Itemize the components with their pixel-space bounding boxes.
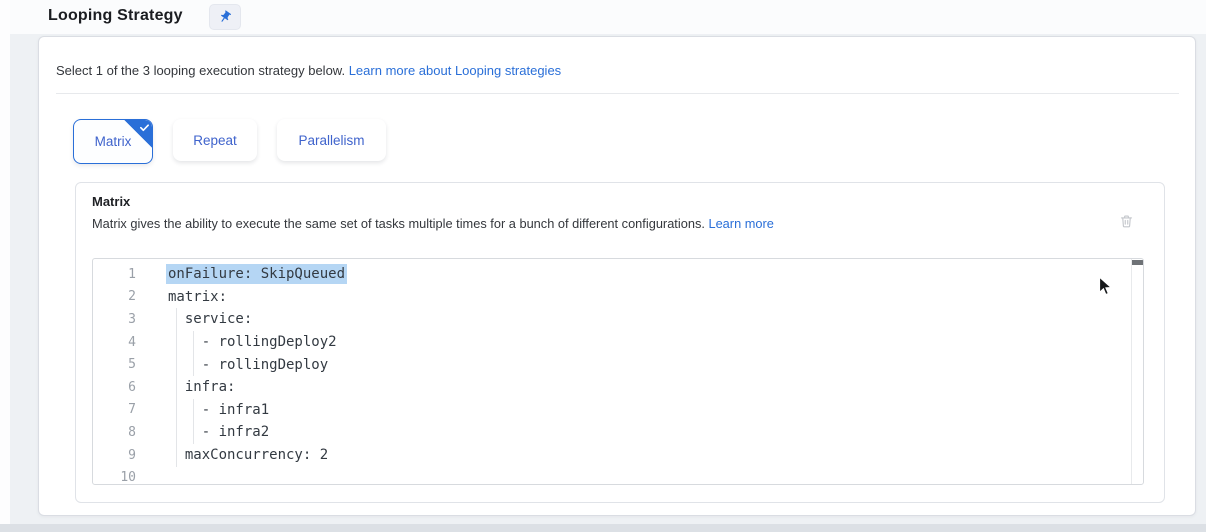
card-title: Matrix: [92, 194, 130, 209]
line-number: 6: [93, 380, 136, 395]
line-number: 4: [93, 335, 136, 350]
code-text: maxConcurrency: 2: [168, 447, 328, 463]
code-line-4[interactable]: 4 - rollingDeploy2: [93, 331, 1143, 354]
code-line-5[interactable]: 5 - rollingDeploy: [93, 353, 1143, 376]
code-line-6[interactable]: 6 infra:: [93, 376, 1143, 399]
line-number: 5: [93, 357, 136, 372]
code-line-9[interactable]: 9 maxConcurrency: 2: [93, 444, 1143, 467]
card-description: Matrix gives the ability to execute the …: [92, 216, 774, 231]
tab-matrix[interactable]: Matrix: [73, 119, 153, 164]
code-text: infra:: [168, 379, 235, 395]
line-number: 8: [93, 425, 136, 440]
code-line-3[interactable]: 3 service:: [93, 308, 1143, 331]
intro-text-label: Select 1 of the 3 looping execution stra…: [56, 63, 349, 78]
bottom-edge-strip: [0, 524, 1206, 532]
tab-parallelism-label: Parallelism: [298, 133, 364, 148]
selected-corner-fold: [124, 120, 152, 148]
code-line-1[interactable]: 1 onFailure: SkipQueued: [93, 263, 1143, 286]
code-text: service:: [168, 311, 252, 327]
line-number: 7: [93, 402, 136, 417]
divider: [56, 93, 1179, 94]
looping-strategy-panel: Select 1 of the 3 looping execution stra…: [38, 36, 1196, 516]
code-line-7[interactable]: 7 - infra1: [93, 399, 1143, 422]
editor-scrollbar-thumb[interactable]: [1132, 260, 1143, 265]
code-line-10[interactable]: 10: [93, 466, 1143, 485]
yaml-editor[interactable]: 1 onFailure: SkipQueued 2 matrix: 3 servic…: [92, 258, 1144, 485]
trash-icon: [1119, 213, 1134, 229]
learn-more-link[interactable]: Learn more: [708, 216, 773, 231]
learn-more-strategies-link[interactable]: Learn more about Looping strategies: [349, 63, 561, 78]
page-title: Looping Strategy: [48, 7, 183, 25]
card-description-label: Matrix gives the ability to execute the …: [92, 216, 708, 231]
code-text: - rollingDeploy: [168, 357, 328, 373]
code-line-2[interactable]: 2 matrix:: [93, 286, 1143, 309]
code-text: - infra2: [168, 424, 269, 440]
tab-repeat-label: Repeat: [193, 133, 237, 148]
line-number: 10: [93, 470, 136, 485]
code-text: matrix:: [168, 289, 227, 305]
check-icon: [139, 122, 150, 133]
intro-text: Select 1 of the 3 looping execution stra…: [56, 63, 561, 78]
line-number: 1: [93, 267, 136, 282]
line-number: 2: [93, 289, 136, 304]
code-text: - infra1: [168, 402, 269, 418]
pushpin-icon: [218, 10, 232, 24]
line-number: 3: [93, 312, 136, 327]
matrix-card: Matrix Matrix gives the ability to execu…: [75, 182, 1165, 503]
pin-button[interactable]: [209, 4, 241, 30]
code-text: - rollingDeploy2: [168, 334, 337, 350]
left-margin-strip: [0, 0, 10, 532]
code-area: 1 onFailure: SkipQueued 2 matrix: 3 servic…: [93, 263, 1143, 485]
editor-scrollbar-track[interactable]: [1131, 259, 1132, 484]
tab-parallelism[interactable]: Parallelism: [277, 119, 386, 161]
tab-repeat[interactable]: Repeat: [173, 119, 257, 161]
code-text-selected: onFailure: SkipQueued: [168, 266, 345, 282]
line-number: 9: [93, 448, 136, 463]
delete-strategy-button[interactable]: [1116, 211, 1136, 231]
code-line-8[interactable]: 8 - infra2: [93, 421, 1143, 444]
strategy-tabs: Matrix Repeat Parallelism: [73, 119, 386, 164]
